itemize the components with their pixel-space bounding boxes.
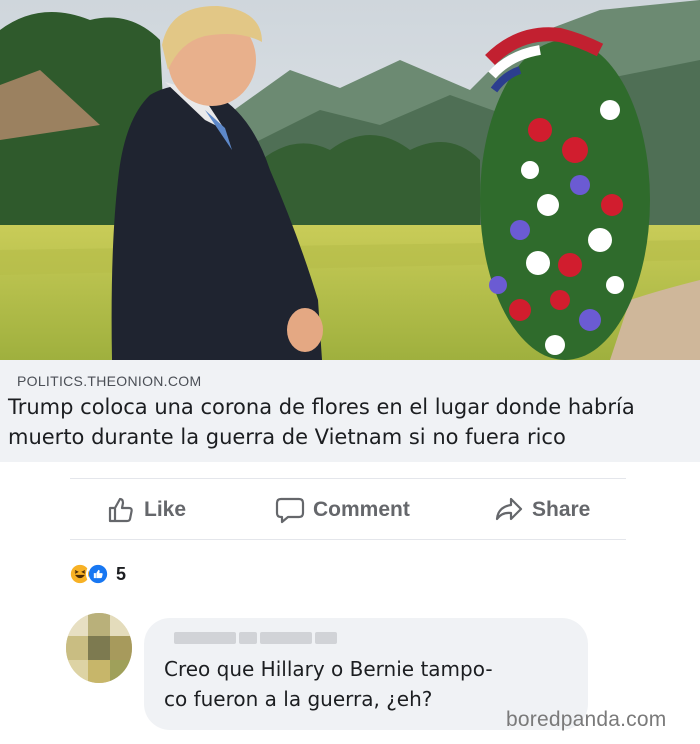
avatar[interactable] <box>66 613 132 683</box>
share-arrow-icon <box>495 497 523 521</box>
reaction-summary[interactable]: 5 <box>68 561 126 587</box>
thumbs-up-icon <box>108 497 133 523</box>
like-label: Like <box>144 498 187 521</box>
comment-label: Comment <box>313 498 410 521</box>
article-photo-scene <box>0 0 700 360</box>
share-label: Share <box>532 498 591 521</box>
link-preview[interactable]: POLITICS.THEONION.COM Trump coloca una c… <box>0 360 700 462</box>
commenter-name-redacted[interactable] <box>174 632 337 644</box>
pixelated-avatar-image <box>66 613 132 683</box>
comment-button[interactable]: Comment <box>275 495 410 525</box>
share-button[interactable]: Share <box>494 495 590 525</box>
link-domain: POLITICS.THEONION.COM <box>17 373 202 389</box>
boredpanda-watermark: boredpanda.com <box>506 708 667 731</box>
post-action-bar: Like Comment Share <box>70 478 626 540</box>
link-title[interactable]: Trump coloca una corona de flores en el … <box>8 392 698 452</box>
reaction-count: 5 <box>116 563 127 584</box>
like-icon <box>86 562 110 586</box>
speech-bubble-icon <box>275 497 305 524</box>
like-button[interactable]: Like <box>106 495 186 525</box>
article-photo[interactable] <box>0 0 700 360</box>
comment-text: Creo que Hillary o Bernie tampo- co fuer… <box>164 657 493 711</box>
